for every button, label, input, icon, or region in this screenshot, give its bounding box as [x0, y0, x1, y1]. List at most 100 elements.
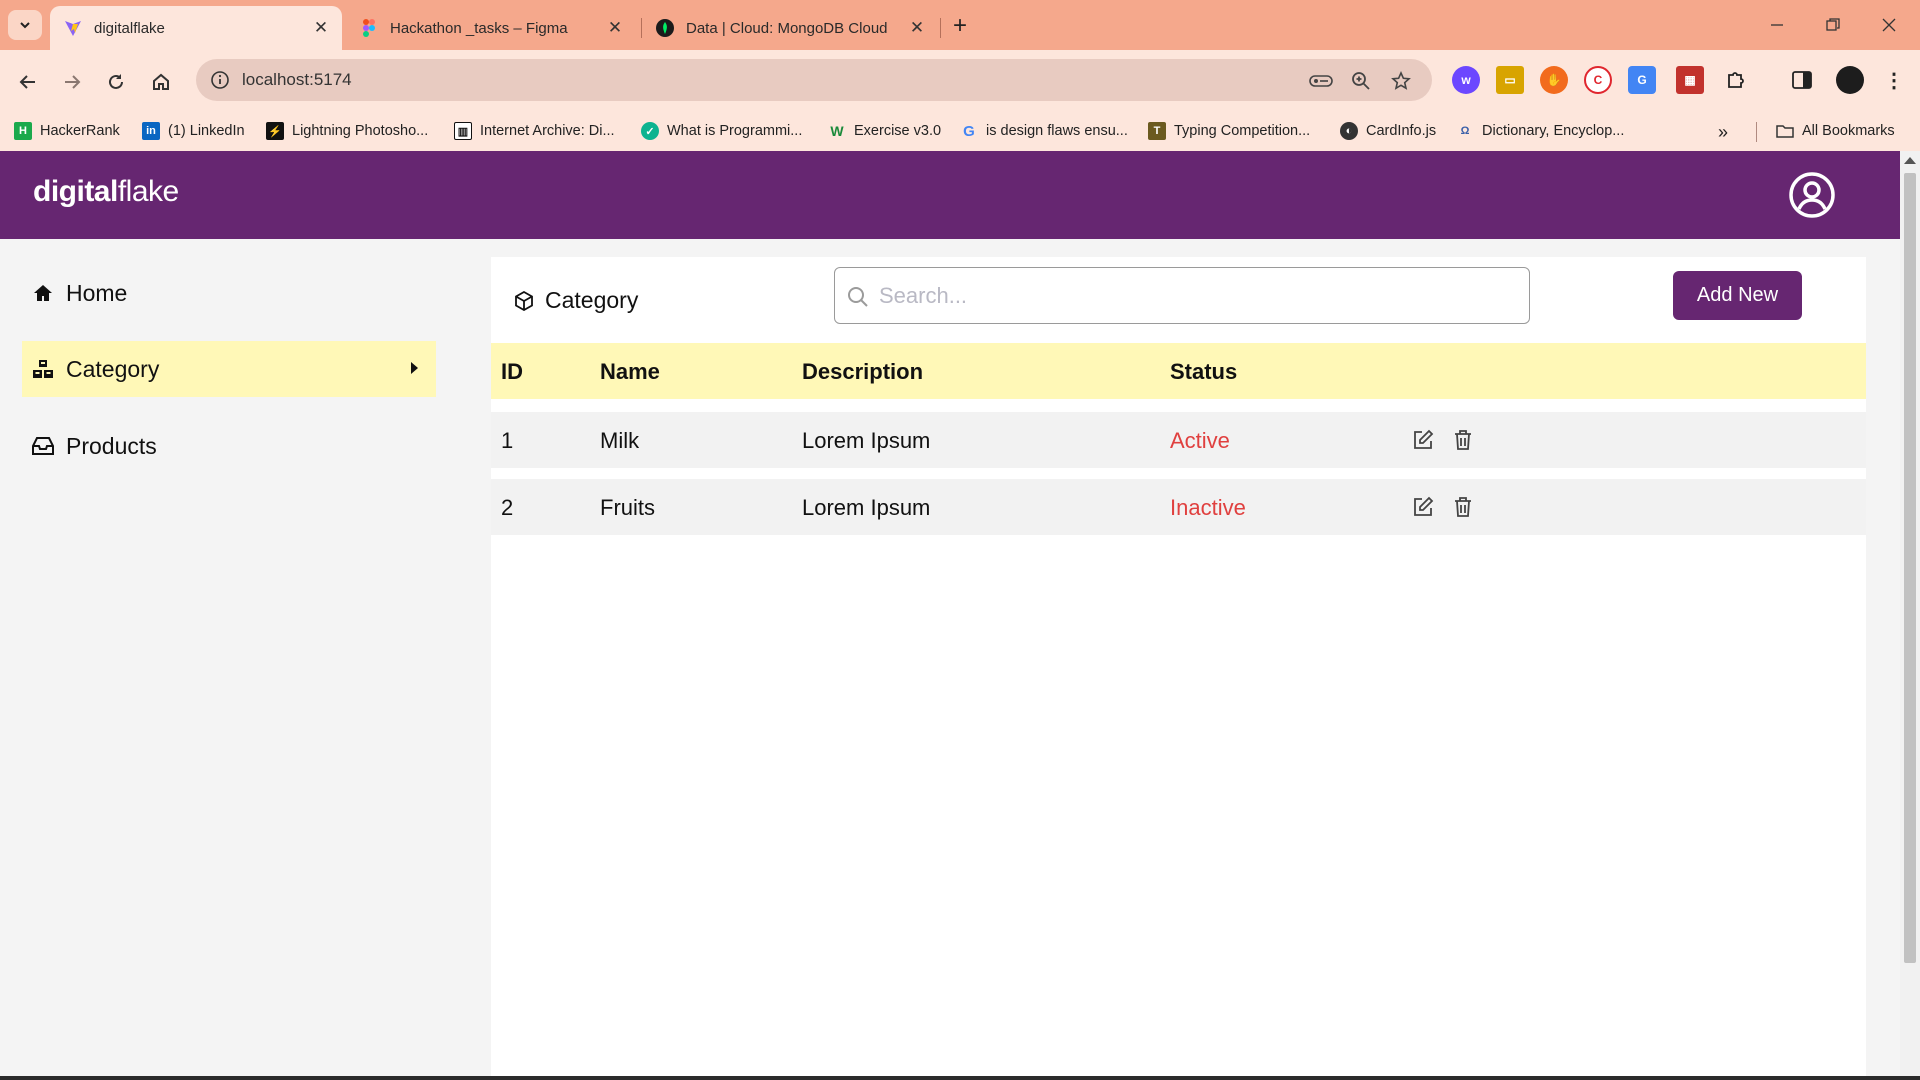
site-info-icon[interactable] — [208, 68, 232, 92]
reload-icon — [109, 74, 123, 89]
google-icon: G — [963, 122, 975, 140]
edit-icon[interactable] — [1409, 426, 1437, 454]
main-content: Category Add New ID Name Description Sta… — [458, 239, 1900, 1080]
archive-icon: ▥ — [454, 122, 472, 140]
category-panel: Category Add New ID Name Description Sta… — [491, 257, 1866, 1080]
bookmark-star-icon[interactable] — [1388, 68, 1414, 94]
bookmark-lightning[interactable]: ⚡ Lightning Photosho... — [266, 122, 428, 140]
page-title: Category — [513, 287, 638, 314]
tab-divider — [940, 18, 941, 38]
trash-icon[interactable] — [1449, 426, 1477, 454]
bookmark-hackerrank[interactable]: H HackerRank — [14, 122, 120, 140]
tab-title: Data | Cloud: MongoDB Cloud — [686, 19, 888, 37]
search-input[interactable] — [879, 276, 1509, 316]
bookmark-label: CardInfo.js — [1366, 123, 1437, 139]
extension-w-icon[interactable]: w — [1452, 66, 1480, 94]
close-tab-icon[interactable]: ✕ — [604, 17, 626, 39]
bookmark-label: is design flaws ensu... — [986, 123, 1128, 139]
w-icon: W — [830, 123, 844, 139]
edit-icon[interactable] — [1409, 493, 1437, 521]
bookmarks-divider — [1756, 122, 1757, 142]
bookmark-programming[interactable]: ✓ What is Programmi... — [641, 122, 802, 140]
browser-menu-icon[interactable]: ⋮ — [1880, 66, 1908, 94]
google-translate-icon[interactable]: G — [1628, 66, 1656, 94]
app-root: digitalflake Home Category Products Cate… — [0, 151, 1900, 1080]
extension-hand-icon[interactable]: ✋ — [1540, 66, 1568, 94]
tab-title: digitalflake — [94, 19, 165, 37]
bookmark-exercise[interactable]: W Exercise v3.0 — [828, 122, 941, 140]
bookmark-label: Typing Competition... — [1174, 123, 1311, 139]
sidebar-item-category[interactable]: Category — [22, 341, 436, 397]
bookmark-typing[interactable]: T Typing Competition... — [1148, 122, 1310, 140]
new-tab-button[interactable]: + — [945, 11, 975, 41]
tab-search-button[interactable] — [8, 10, 42, 40]
cell-id: 2 — [501, 495, 514, 520]
caret-right-icon — [411, 362, 418, 374]
bookmark-label: Exercise v3.0 — [854, 123, 942, 139]
extension-card-icon[interactable]: ▭ — [1496, 66, 1524, 94]
browser-tab-digitalflake[interactable]: digitalflake ✕ — [50, 6, 342, 50]
bookmark-google-search[interactable]: Gis design flaws ensu... — [960, 122, 1128, 140]
arrow-left-icon — [19, 75, 35, 89]
logo-light-text: flake — [117, 175, 179, 208]
all-bookmarks-button[interactable]: All Bookmarks — [1776, 122, 1895, 140]
cell-description: Lorem Ipsum — [802, 428, 931, 453]
reload-button[interactable] — [98, 64, 134, 100]
shield-icon: ✓ — [641, 122, 659, 140]
side-panel-icon[interactable] — [1788, 66, 1816, 94]
minimize-button[interactable] — [1754, 8, 1800, 42]
category-icon — [32, 358, 54, 380]
sidebar-item-home[interactable]: Home — [22, 265, 436, 321]
close-tab-icon[interactable]: ✕ — [906, 17, 928, 39]
browser-toolbar: localhost:5174 w ▭ ✋ C G ▦ ⋮ H HackerRank… — [0, 50, 1920, 158]
user-profile-button[interactable] — [1788, 171, 1836, 219]
more-bookmarks-button[interactable]: » — [1718, 122, 1728, 143]
extension-c-icon[interactable]: C — [1584, 66, 1612, 94]
home-icon — [32, 282, 54, 304]
close-tab-icon[interactable]: ✕ — [310, 17, 332, 39]
bookmark-linkedin[interactable]: in (1) LinkedIn — [142, 122, 245, 140]
sidebar-item-products[interactable]: Products — [22, 418, 436, 474]
profile-avatar[interactable] — [1836, 66, 1864, 94]
browser-tab-mongodb[interactable]: Data | Cloud: MongoDB Cloud ✕ — [642, 6, 938, 50]
cell-status: Inactive — [1170, 495, 1246, 520]
extensions-puzzle-icon[interactable] — [1722, 66, 1750, 94]
zoom-icon[interactable] — [1348, 68, 1374, 94]
password-key-icon[interactable] — [1308, 68, 1334, 94]
extension-pattern-icon[interactable]: ▦ — [1676, 66, 1704, 94]
arrow-right-icon — [65, 75, 81, 89]
search-box[interactable] — [834, 267, 1530, 324]
close-window-button[interactable] — [1866, 8, 1912, 42]
linkedin-icon: in — [142, 122, 160, 140]
cell-description: Lorem Ipsum — [802, 495, 931, 520]
bookmark-label: (1) LinkedIn — [168, 123, 245, 139]
restore-button[interactable] — [1810, 8, 1856, 42]
app-header: digitalflake — [0, 151, 1900, 239]
back-button[interactable] — [10, 64, 46, 100]
bookmark-label: HackerRank — [40, 123, 120, 139]
search-icon — [848, 287, 868, 307]
vite-icon — [64, 19, 82, 37]
page-scrollbar[interactable] — [1900, 151, 1920, 1080]
address-bar[interactable]: localhost:5174 — [196, 59, 1432, 101]
trash-icon[interactable] — [1449, 493, 1477, 521]
scrollbar-thumb[interactable] — [1904, 173, 1916, 963]
table-row: 2 Fruits Lorem Ipsum Inactive — [491, 479, 1866, 535]
scroll-up-arrow-icon[interactable] — [1904, 157, 1916, 164]
cell-name: Fruits — [600, 495, 655, 520]
bookmark-internet-archive[interactable]: ▥ Internet Archive: Di... — [454, 122, 615, 140]
home-button[interactable] — [143, 64, 179, 100]
bookmark-label: Dictionary, Encyclop... — [1482, 123, 1625, 139]
folder-icon — [1776, 122, 1794, 140]
lightning-icon: ⚡ — [266, 122, 284, 140]
browser-tab-figma[interactable]: Hackathon _tasks – Figma ✕ — [346, 6, 636, 50]
brand-logo[interactable]: digitalflake — [33, 175, 179, 209]
bookmark-dictionary[interactable]: Ω Dictionary, Encyclop... — [1456, 122, 1625, 140]
bookmarks-bar: H HackerRank in (1) LinkedIn ⚡ Lightning Ph… — [0, 112, 1920, 152]
cube-icon — [513, 290, 535, 312]
tab-title: Hackathon _tasks – Figma — [390, 19, 568, 37]
bookmark-cardinfo[interactable]: ◐ CardInfo.js — [1340, 122, 1436, 140]
sidebar-item-label: Home — [66, 279, 128, 306]
add-new-button[interactable]: Add New — [1673, 271, 1802, 320]
forward-button[interactable] — [54, 64, 90, 100]
